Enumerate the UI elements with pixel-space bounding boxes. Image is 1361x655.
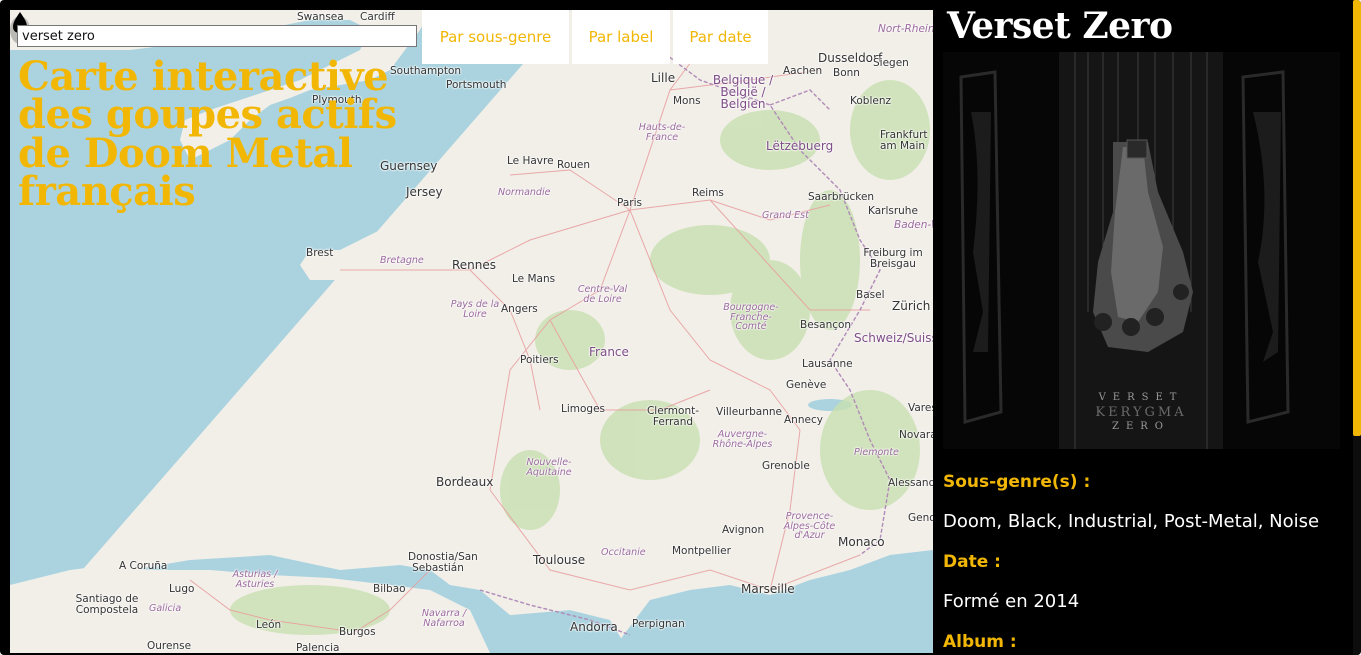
place-label: Aachen [783, 65, 823, 77]
place-label: Basel [856, 289, 885, 301]
place-label: Cardiff [360, 11, 395, 23]
place-label: Le Mans [512, 273, 556, 285]
place-label: Rouen [557, 159, 591, 171]
place-label: Ourense [147, 640, 192, 652]
country-label: Schweiz/Suisse/Svizzera [854, 331, 933, 345]
place-label: Limoges [561, 403, 606, 415]
place-label: Nort-Rhein-Westfalen [878, 23, 933, 35]
place-label: Frankfurt am Main [880, 129, 928, 152]
place-label: Grenoble [762, 460, 810, 472]
place-label: Bonn [833, 67, 860, 79]
region-label: Auvergne-Rhône-Alpes [712, 429, 773, 450]
place-label: Lille [651, 71, 676, 85]
band-detail-panel: Verset Zero VERSET KERYGMA ZERO Sous-gen… [933, 0, 1353, 655]
region-label: Centre-Val de Loire [577, 284, 628, 305]
region-label: Pays de la Loire [450, 299, 500, 320]
region-label: Normandie [498, 187, 551, 198]
app-frame: Swansea Cardiff Southampton Portsmouth P… [0, 0, 1361, 655]
place-label: Alessandria [888, 477, 933, 489]
place-label: Genova [908, 512, 933, 524]
place-label: Swansea [297, 11, 344, 23]
country-label: Belgique / België / Belgien [712, 73, 774, 111]
region-label: Asturias / Asturies [232, 569, 278, 590]
country-label: Lëtzebuerg [766, 139, 834, 153]
place-label: Varese [908, 402, 933, 414]
place-label: Besançon [800, 319, 852, 331]
tab-label[interactable]: Par label [572, 10, 670, 64]
place-label: Perpignan [632, 618, 685, 630]
place-label: Monaco [838, 535, 885, 549]
place-label: Saarbrücken [808, 191, 875, 203]
place-label: Reims [692, 187, 724, 199]
subgenres-label: Sous-genre(s) : [943, 472, 1091, 492]
region-label: Provence-Alpes-Côte d'Azur [783, 511, 836, 541]
place-label: Andorra [570, 620, 618, 634]
date-value: Formé en 2014 [943, 591, 1080, 612]
place-label: A Coruña [119, 560, 168, 572]
place-label: Santiago de Compostela [75, 593, 139, 616]
album-cover: VERSET KERYGMA ZERO [943, 52, 1340, 449]
place-label: León [256, 619, 282, 631]
place-label: Novara [899, 429, 933, 441]
cover-text-1: VERSET [1098, 392, 1184, 403]
place-label: Clermont-Ferrand [646, 405, 700, 428]
place-label: Marseille [741, 582, 795, 596]
country-label: France [589, 345, 629, 359]
place-label: Baden-Wü [894, 219, 933, 231]
place-label: Annecy [784, 414, 823, 426]
place-label: Siegen [873, 57, 909, 69]
cover-text-3: ZERO [1112, 421, 1170, 432]
place-label: Toulouse [533, 553, 586, 567]
region-label: Galicia [149, 603, 182, 614]
place-label: Brest [306, 247, 334, 259]
place-label: Le Havre [507, 155, 554, 167]
region-label: Bretagne [380, 255, 424, 266]
region-label: Grand Est [762, 210, 809, 221]
subgenres-value: Doom, Black, Industrial, Post-Metal, Noi… [943, 511, 1320, 532]
region-label: Nouvelle-Aquitaine [526, 457, 572, 478]
place-label: Bilbao [373, 583, 406, 595]
place-label: Rennes [452, 258, 497, 272]
map-title: Carte interactive des goupes actifs de D… [18, 53, 397, 216]
place-label: Karlsruhe [868, 205, 918, 217]
cover-text-2: KERYGMA [1095, 405, 1186, 420]
region-label: Occitanie [601, 547, 646, 558]
region-label: Piemonte [854, 447, 899, 458]
region-label: Hauts-de-France [638, 122, 686, 143]
place-label: Lausanne [802, 358, 853, 370]
place-label: Lugo [169, 583, 195, 595]
place-label: Angers [501, 303, 538, 315]
place-label: Poitiers [520, 354, 559, 366]
place-label: Koblenz [850, 95, 891, 107]
panel-scrollbar-thumb[interactable] [1353, 0, 1361, 436]
place-label: Palencia [296, 642, 340, 653]
tab-sous-genre[interactable]: Par sous-genre [422, 10, 569, 64]
place-label: Donostia/San Sebastián [408, 551, 478, 574]
place-label: Mons [673, 95, 701, 107]
place-label: Villeurbanne [716, 406, 783, 418]
band-name: Verset Zero [947, 5, 1173, 47]
place-label: Montpellier [672, 545, 731, 557]
place-label: Avignon [722, 524, 765, 536]
place-label: Bordeaux [436, 475, 494, 489]
place-label: Portsmouth [446, 79, 507, 91]
place-label: Zürich [892, 299, 931, 313]
search-input[interactable] [17, 25, 417, 47]
panel-scrollbar-track[interactable] [1353, 436, 1361, 655]
place-label: Genève [786, 379, 827, 391]
date-label: Date : [943, 552, 1001, 572]
place-label: Freiburg im Breisgau [863, 247, 923, 270]
region-label: Navarra / Nafarroa [421, 608, 467, 629]
place-label: Paris [617, 197, 642, 209]
region-label: Bourgogne-Franche-Comté [723, 302, 779, 332]
tab-date[interactable]: Par date [673, 10, 768, 64]
album-label: Album : [943, 632, 1017, 652]
place-label: Burgos [339, 626, 376, 638]
